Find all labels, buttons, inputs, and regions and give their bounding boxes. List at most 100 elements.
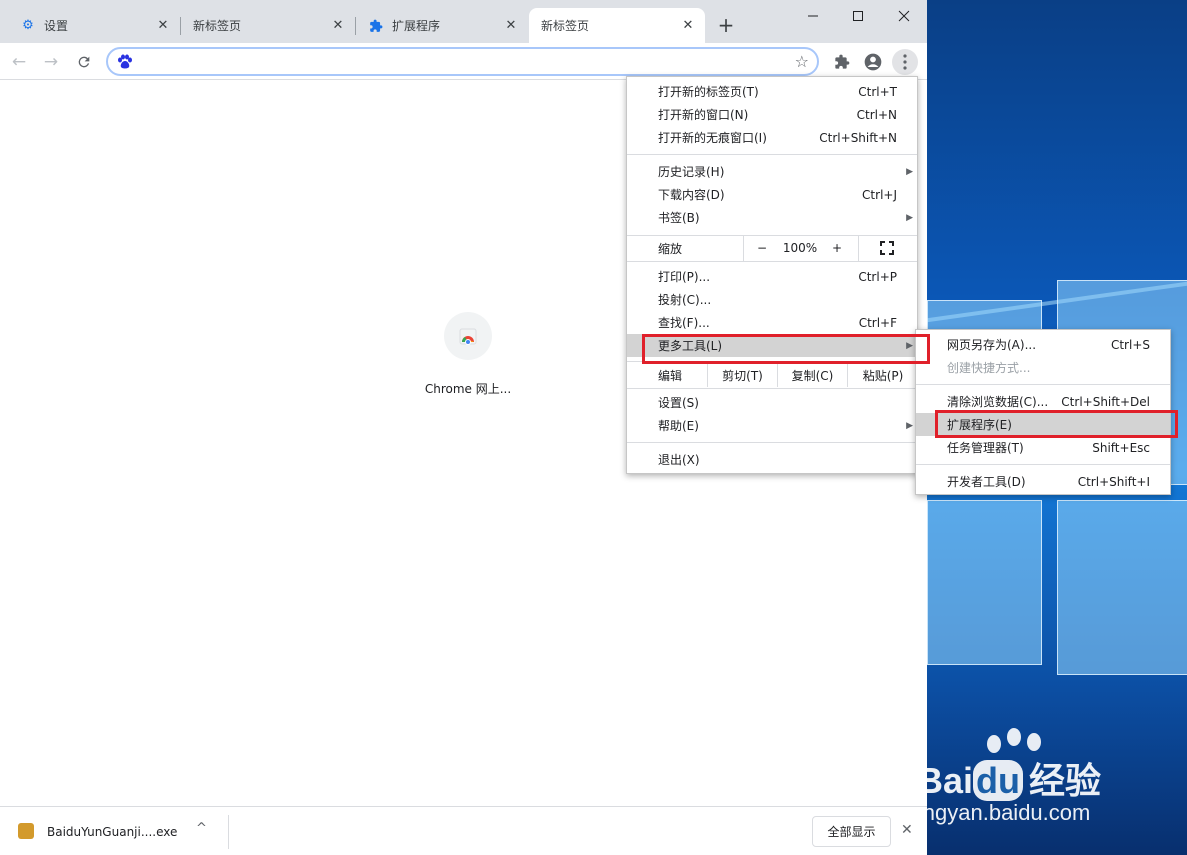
menu-item-downloads[interactable]: 下载内容(D) Ctrl+J [627, 183, 917, 206]
paste-button[interactable]: 粘贴(P) [848, 363, 918, 387]
close-icon[interactable]: ✕ [679, 17, 697, 35]
menu-label: 退出(X) [658, 453, 700, 467]
menu-item-print[interactable]: 打印(P)... Ctrl+P [627, 265, 917, 288]
baidu-paw-icon [117, 54, 133, 69]
windows-logo-pane [927, 500, 1042, 665]
menu-item-create-shortcut: 创建快捷方式... [916, 356, 1170, 379]
gear-icon: ⚙ [22, 18, 34, 33]
submenu-arrow-icon: ▶ [906, 420, 913, 431]
menu-label: 清除浏览数据(C)... [947, 395, 1049, 409]
chevron-up-icon[interactable]: ^ [196, 821, 207, 836]
menu-item-new-window[interactable]: 打开新的窗口(N) Ctrl+N [627, 103, 917, 126]
menu-accelerator: Ctrl+P [858, 269, 897, 284]
bookmark-star-icon[interactable]: ☆ [795, 52, 809, 71]
file-icon [18, 823, 34, 839]
tab-title: 设置 [44, 19, 69, 33]
menu-item-exit[interactable]: 退出(X) [627, 448, 917, 471]
menu-accelerator: Ctrl+Shift+N [819, 130, 897, 145]
windows-logo-pane [1057, 500, 1187, 675]
menu-accelerator: Ctrl+Shift+I [1077, 474, 1150, 489]
divider [228, 815, 229, 849]
menu-accelerator: Ctrl+Shift+Del [1061, 394, 1150, 409]
forward-button[interactable]: → [38, 49, 64, 75]
menu-accelerator: Ctrl+J [862, 187, 897, 202]
menu-label: 开发者工具(D) [947, 475, 1026, 489]
shortcut-tile-chrome-web-store[interactable]: Chrome 网上... [415, 312, 521, 397]
menu-item-task-manager[interactable]: 任务管理器(T) Shift+Esc [916, 436, 1170, 459]
copy-button[interactable]: 复制(C) [778, 363, 847, 387]
tab-title: 新标签页 [541, 19, 590, 33]
maximize-button[interactable] [835, 4, 881, 28]
menu-label: 任务管理器(T) [947, 441, 1024, 455]
zoom-out-button[interactable]: − [752, 235, 772, 261]
menu-separator [627, 388, 917, 389]
menu-label: 投射(C)... [658, 293, 712, 307]
menu-accelerator: Ctrl+N [856, 107, 897, 122]
watermark-url: jingyan.baidu.com [927, 800, 1091, 825]
download-shelf: BaiduYunGuanji....exe ^ 全部显示 ✕ [0, 806, 927, 855]
cut-button[interactable]: 剪切(T) [708, 363, 777, 387]
tab-new-tab[interactable]: 新标签页 ✕ [181, 8, 355, 43]
menu-label: 打印(P)... [658, 270, 711, 284]
tab-title: 扩展程序 [392, 19, 441, 33]
menu-label: 创建快捷方式... [947, 361, 1031, 375]
menu-zoom-row: 缩放 − 100% + [627, 235, 917, 261]
menu-label: 帮助(E) [658, 419, 699, 433]
menu-label: 历史记录(H) [658, 165, 725, 179]
annotation-highlight-box [935, 410, 1178, 438]
menu-item-cast[interactable]: 投射(C)... [627, 288, 917, 311]
menu-label: 打开新的无痕窗口(I) [658, 131, 767, 145]
menu-accelerator: Ctrl+T [858, 84, 897, 99]
menu-label: 打开新的标签页(T) [658, 85, 759, 99]
menu-accelerator: Shift+Esc [1092, 440, 1150, 455]
submenu-arrow-icon: ▶ [906, 166, 913, 177]
address-input[interactable] [140, 53, 780, 71]
menu-label: 打开新的窗口(N) [658, 108, 749, 122]
menu-item-bookmarks[interactable]: 书签(B) ▶ [627, 206, 917, 229]
annotation-highlight-box [642, 334, 930, 364]
tab-extensions[interactable]: 扩展程序 ✕ [356, 8, 528, 43]
close-icon[interactable]: ✕ [329, 17, 347, 35]
menu-item-history[interactable]: 历史记录(H) ▶ [627, 160, 917, 183]
menu-item-save-page-as[interactable]: 网页另存为(A)... Ctrl+S [916, 333, 1170, 356]
chrome-web-store-icon [444, 312, 492, 360]
fullscreen-icon[interactable] [872, 235, 902, 261]
tab-settings[interactable]: ⚙ 设置 ✕ [8, 8, 180, 43]
window-close-button[interactable] [881, 4, 927, 28]
menu-label: 设置(S) [658, 396, 699, 410]
zoom-label: 缩放 [658, 241, 683, 256]
tab-new-tab-active[interactable]: 新标签页 ✕ [529, 8, 705, 43]
menu-item-developer-tools[interactable]: 开发者工具(D) Ctrl+Shift+I [916, 470, 1170, 493]
menu-label: 网页另存为(A)... [947, 338, 1037, 352]
new-tab-button[interactable]: + [714, 14, 738, 38]
menu-separator [627, 154, 917, 155]
back-button[interactable]: ← [6, 49, 32, 75]
extensions-puzzle-button[interactable] [829, 49, 855, 75]
zoom-in-button[interactable]: + [827, 235, 847, 261]
chrome-menu-kebab-icon[interactable] [892, 49, 918, 75]
close-icon[interactable]: ✕ [901, 822, 913, 838]
menu-item-new-tab[interactable]: 打开新的标签页(T) Ctrl+T [627, 80, 917, 103]
profile-avatar-icon[interactable] [860, 49, 886, 75]
menu-edit-row: 编辑 剪切(T) 复制(C) 粘贴(P) [627, 363, 917, 387]
menu-item-find[interactable]: 查找(F)... Ctrl+F [627, 311, 917, 334]
menu-item-help[interactable]: 帮助(E) ▶ [627, 414, 917, 437]
address-bar[interactable]: ☆ [106, 47, 819, 76]
zoom-value: 100% [782, 241, 818, 255]
download-filename[interactable]: BaiduYunGuanji....exe [47, 825, 177, 839]
reload-button[interactable] [71, 49, 97, 75]
close-icon[interactable]: ✕ [154, 17, 172, 35]
menu-item-settings[interactable]: 设置(S) [627, 391, 917, 414]
menu-item-new-incognito[interactable]: 打开新的无痕窗口(I) Ctrl+Shift+N [627, 126, 917, 149]
minimize-button[interactable] [790, 4, 836, 28]
submenu-arrow-icon: ▶ [906, 212, 913, 223]
menu-separator [916, 464, 1170, 465]
menu-accelerator: Ctrl+S [1110, 337, 1150, 352]
menu-label: 查找(F)... [658, 316, 710, 330]
show-all-button[interactable]: 全部显示 [812, 816, 891, 847]
edit-label: 编辑 [658, 368, 683, 383]
close-icon[interactable]: ✕ [502, 17, 520, 35]
puzzle-icon [368, 18, 384, 34]
chrome-main-menu: 打开新的标签页(T) Ctrl+T 打开新的窗口(N) Ctrl+N 打开新的无… [626, 76, 918, 474]
divider [858, 235, 859, 261]
